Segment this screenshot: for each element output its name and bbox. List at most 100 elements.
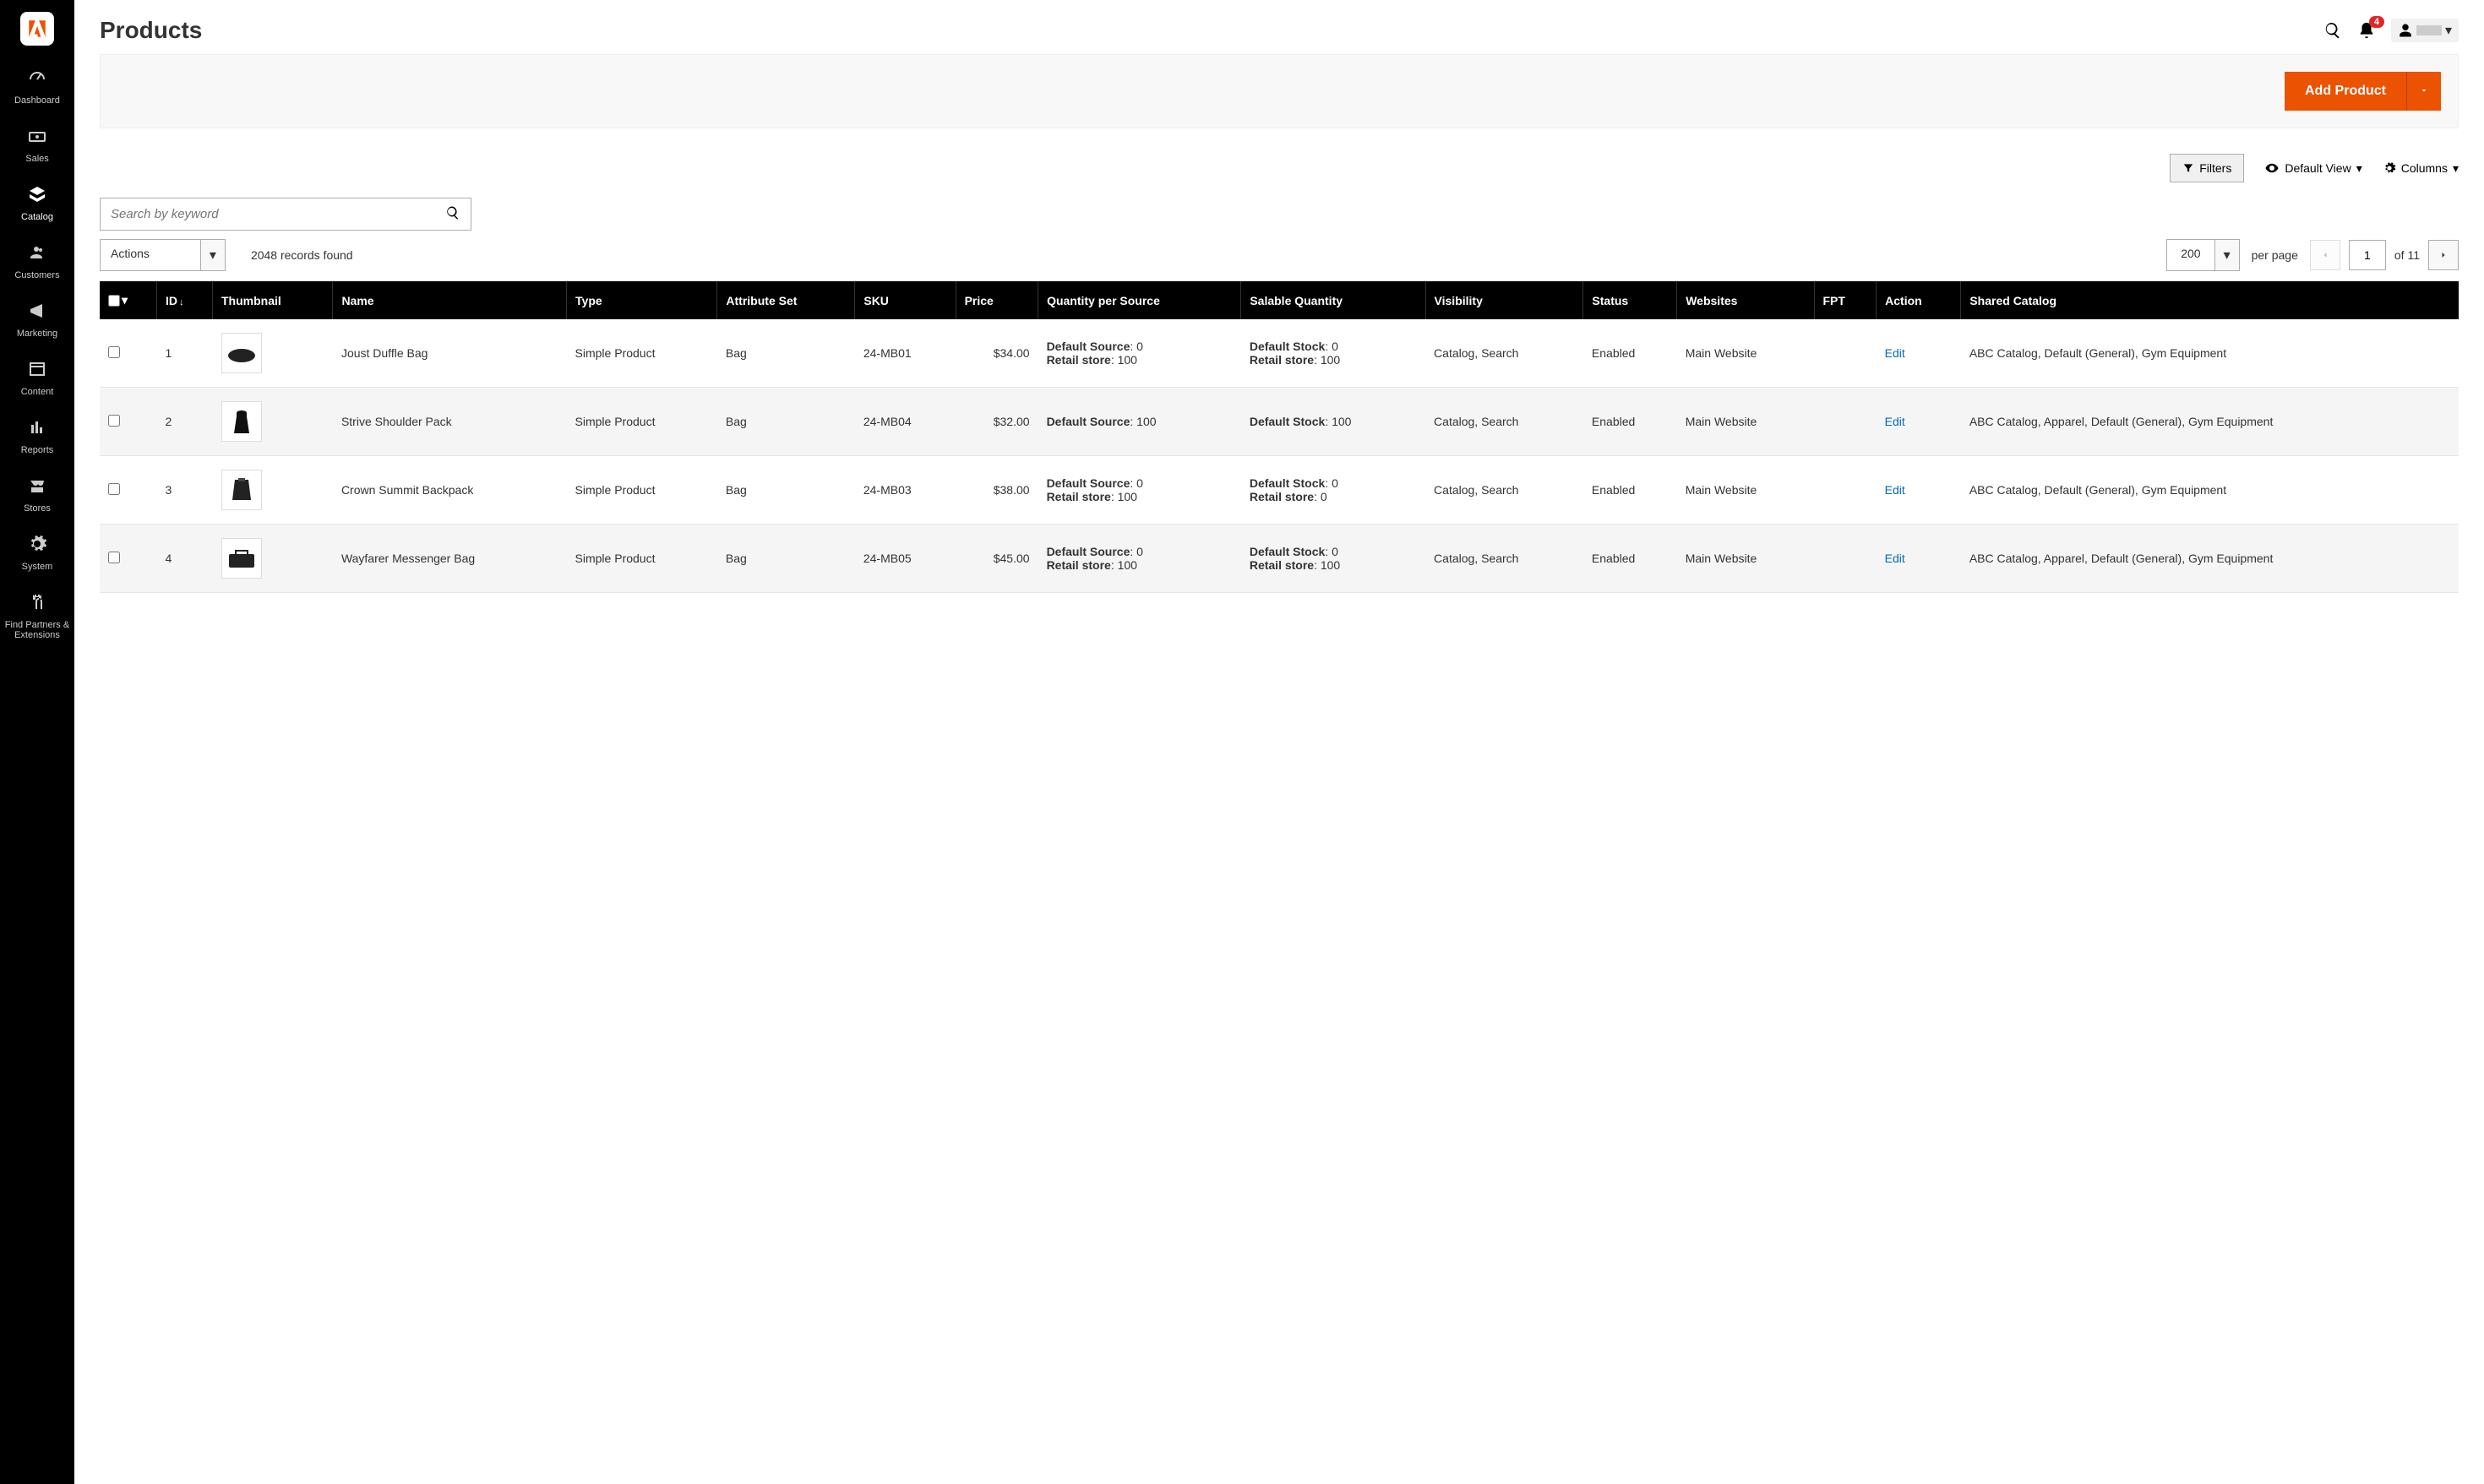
- products-table: ▾ ID↓ Thumbnail Name Type Attribute Set …: [100, 281, 2459, 593]
- adobe-logo-icon: [26, 18, 48, 40]
- cell-price: $38.00: [956, 456, 1038, 525]
- admin-user-menu[interactable]: ▾: [2391, 19, 2459, 42]
- add-product-dropdown[interactable]: [2406, 72, 2441, 111]
- default-view-button[interactable]: Default View ▾: [2264, 160, 2361, 176]
- search-input[interactable]: [101, 198, 435, 230]
- cell-name: Crown Summit Backpack: [333, 456, 567, 525]
- cell-websites: Main Website: [1677, 525, 1814, 593]
- col-action[interactable]: Action: [1877, 281, 1961, 319]
- search-submit[interactable]: [435, 198, 471, 230]
- col-qty-per-source[interactable]: Quantity per Source: [1038, 281, 1241, 319]
- col-thumbnail[interactable]: Thumbnail: [213, 281, 333, 319]
- col-visibility[interactable]: Visibility: [1425, 281, 1583, 319]
- product-thumbnail: [221, 401, 262, 442]
- product-thumbnail: [221, 470, 262, 510]
- page-input[interactable]: [2349, 240, 2386, 270]
- nav-label: Sales: [25, 154, 49, 164]
- cell-attrset: Bag: [717, 388, 855, 456]
- edit-link[interactable]: Edit: [1885, 552, 1905, 565]
- notifications-button[interactable]: 4: [2357, 21, 2376, 40]
- nav-item-find-partners-extensions[interactable]: Find Partners & Extensions: [0, 582, 74, 650]
- col-status[interactable]: Status: [1583, 281, 1677, 319]
- table-row: 3Crown Summit BackpackSimple ProductBag2…: [100, 456, 2459, 525]
- select-all-checkbox[interactable]: [108, 295, 120, 307]
- cell-shared-catalog: ABC Catalog, Apparel, Default (General),…: [1961, 388, 2459, 456]
- row-checkbox[interactable]: [108, 552, 120, 563]
- cell-type: Simple Product: [567, 319, 717, 388]
- mass-actions-select[interactable]: Actions ▾: [100, 239, 226, 271]
- chevron-down-icon: [2419, 85, 2429, 95]
- col-type[interactable]: Type: [567, 281, 717, 319]
- cell-visibility: Catalog, Search: [1425, 319, 1583, 388]
- row-checkbox[interactable]: [108, 346, 120, 358]
- nav-item-reports[interactable]: Reports: [0, 407, 74, 465]
- col-fpt[interactable]: FPT: [1814, 281, 1877, 319]
- col-attrset[interactable]: Attribute Set: [717, 281, 855, 319]
- nav-item-marketing[interactable]: Marketing: [0, 291, 74, 349]
- cell-name: Wayfarer Messenger Bag: [333, 525, 567, 593]
- col-salable-qty[interactable]: Salable Quantity: [1241, 281, 1425, 319]
- nav-item-stores[interactable]: Stores: [0, 465, 74, 524]
- search-row: [100, 198, 2459, 231]
- of-pages-label: of 11: [2394, 248, 2420, 262]
- table-row: 4Wayfarer Messenger BagSimple ProductBag…: [100, 525, 2459, 593]
- col-sku[interactable]: SKU: [855, 281, 956, 319]
- page-title: Products: [100, 17, 202, 44]
- cell-salable: Default Stock: 0Retail store: 0: [1241, 456, 1425, 525]
- cell-id: 2: [157, 388, 213, 456]
- cell-websites: Main Website: [1677, 388, 1814, 456]
- columns-label: Columns: [2401, 161, 2448, 175]
- per-page-label: per page: [2252, 248, 2298, 262]
- actions-label: Actions: [101, 240, 200, 270]
- chevron-down-icon: ▾: [2445, 22, 2452, 39]
- nav-icon: [3, 126, 71, 149]
- add-product-button[interactable]: Add Product: [2285, 72, 2406, 111]
- cell-type: Simple Product: [567, 456, 717, 525]
- chevron-down-icon: ▾: [200, 240, 225, 270]
- cell-fpt: [1814, 388, 1877, 456]
- brand-logo[interactable]: [20, 12, 54, 46]
- per-page-select[interactable]: 200 ▾: [2166, 239, 2239, 271]
- cell-fpt: [1814, 525, 1877, 593]
- columns-button[interactable]: Columns ▾: [2383, 161, 2459, 176]
- cell-action: Edit: [1877, 319, 1961, 388]
- default-view-label: Default View: [2285, 161, 2351, 175]
- col-id[interactable]: ID↓: [157, 281, 213, 319]
- cell-fpt: [1814, 319, 1877, 388]
- cell-status: Enabled: [1583, 319, 1677, 388]
- nav-item-system[interactable]: System: [0, 524, 74, 582]
- nav-item-sales[interactable]: Sales: [0, 116, 74, 174]
- cell-price: $32.00: [956, 388, 1038, 456]
- col-checkbox[interactable]: ▾: [100, 281, 157, 319]
- nav-icon: [3, 417, 71, 440]
- nav-label: Dashboard: [14, 95, 60, 106]
- filters-button[interactable]: Filters: [2170, 154, 2244, 182]
- col-name[interactable]: Name: [333, 281, 567, 319]
- col-websites[interactable]: Websites: [1677, 281, 1814, 319]
- nav-item-customers[interactable]: Customers: [0, 232, 74, 291]
- nav-item-dashboard[interactable]: Dashboard: [0, 57, 74, 116]
- cell-visibility: Catalog, Search: [1425, 456, 1583, 525]
- nav-label: Content: [21, 387, 54, 397]
- edit-link[interactable]: Edit: [1885, 346, 1905, 360]
- nav-icon: [3, 359, 71, 382]
- nav-icon: [3, 242, 71, 265]
- next-page-button[interactable]: [2428, 240, 2459, 270]
- edit-link[interactable]: Edit: [1885, 415, 1905, 428]
- nav-item-catalog[interactable]: Catalog: [0, 174, 74, 232]
- sort-desc-icon: ↓: [179, 297, 184, 307]
- row-checkbox[interactable]: [108, 415, 120, 427]
- cell-shared-catalog: ABC Catalog, Default (General), Gym Equi…: [1961, 456, 2459, 525]
- chevron-down-icon: ▾: [2356, 161, 2362, 176]
- chevron-down-icon: ▾: [2214, 240, 2239, 270]
- user-name-placeholder: [2416, 25, 2442, 35]
- col-price[interactable]: Price: [956, 281, 1038, 319]
- prev-page-button[interactable]: [2310, 240, 2340, 270]
- global-search-button[interactable]: [2323, 21, 2342, 40]
- row-checkbox[interactable]: [108, 483, 120, 495]
- nav-item-content[interactable]: Content: [0, 349, 74, 407]
- chevron-left-icon: [2320, 250, 2330, 260]
- edit-link[interactable]: Edit: [1885, 483, 1905, 497]
- col-shared-catalog[interactable]: Shared Catalog: [1961, 281, 2459, 319]
- cell-thumbnail: [213, 319, 333, 388]
